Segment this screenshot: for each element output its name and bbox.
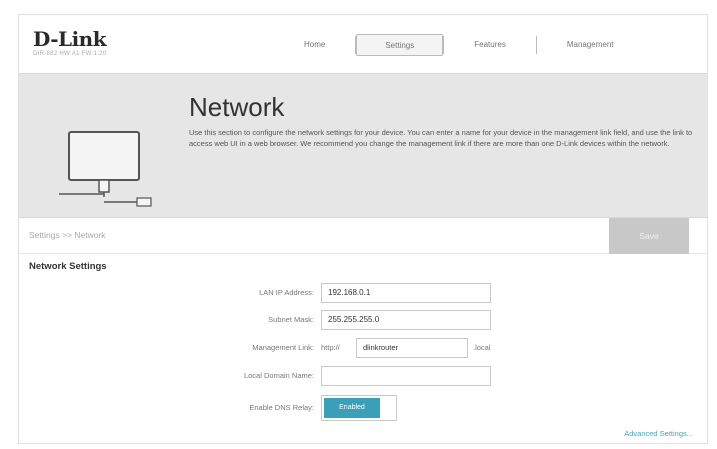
mgmt-link-suffix: .local [473,343,491,352]
subnet-label: Subnet Mask: [268,315,314,324]
mgmt-link-prefix: http:// [321,343,340,352]
dns-relay-label: Enable DNS Relay: [249,403,314,412]
router-admin-window: D-Link DIR-882 HW:A1 FW:1.20 Home Settin… [18,14,708,444]
mgmt-link-label: Management Link: [252,343,314,352]
advanced-settings-link[interactable]: Advanced Settings... [624,429,693,438]
domain-row: Local Domain Name: [19,366,707,386]
lan-ip-label: LAN IP Address: [259,288,314,297]
nav-management[interactable]: Management [537,34,644,56]
section-title: Network Settings [29,261,107,272]
page-title: Network [189,92,285,122]
page-banner: Network Use this section to configure th… [19,73,707,218]
router-device-icon [59,131,152,207]
nav-home[interactable]: Home [274,34,355,56]
mgmt-link-input[interactable]: dlinkrouter [356,338,468,358]
top-header: D-Link DIR-882 HW:A1 FW:1.20 Home Settin… [19,15,707,73]
breadcrumb-bar: Settings >> Network Save [19,218,707,254]
mgmt-link-row: Management Link: http:// dlinkrouter .lo… [19,338,707,358]
breadcrumb: Settings >> Network [29,230,106,240]
dns-relay-row: Enable DNS Relay: Enabled [19,395,707,421]
model-info: DIR-882 HW:A1 FW:1.20 [33,51,107,57]
dlink-logo: D-Link [33,27,107,51]
save-button[interactable]: Save [609,218,689,254]
subnet-input[interactable]: 255.255.255.0 [321,310,491,330]
subnet-row: Subnet Mask: 255.255.255.0 [19,310,707,330]
main-nav: Home Settings Features Management [274,33,644,57]
lan-ip-input[interactable]: 192.168.0.1 [321,283,491,303]
domain-label: Local Domain Name: [243,371,314,380]
domain-input[interactable] [321,366,491,386]
dns-relay-toggle[interactable]: Enabled [321,395,397,421]
nav-settings[interactable]: Settings [356,34,444,56]
page-description: Use this section to configure the networ… [189,128,693,148]
lan-ip-row: LAN IP Address: 192.168.0.1 [19,283,707,303]
nav-features[interactable]: Features [444,34,536,56]
dns-relay-state: Enabled [324,398,380,418]
